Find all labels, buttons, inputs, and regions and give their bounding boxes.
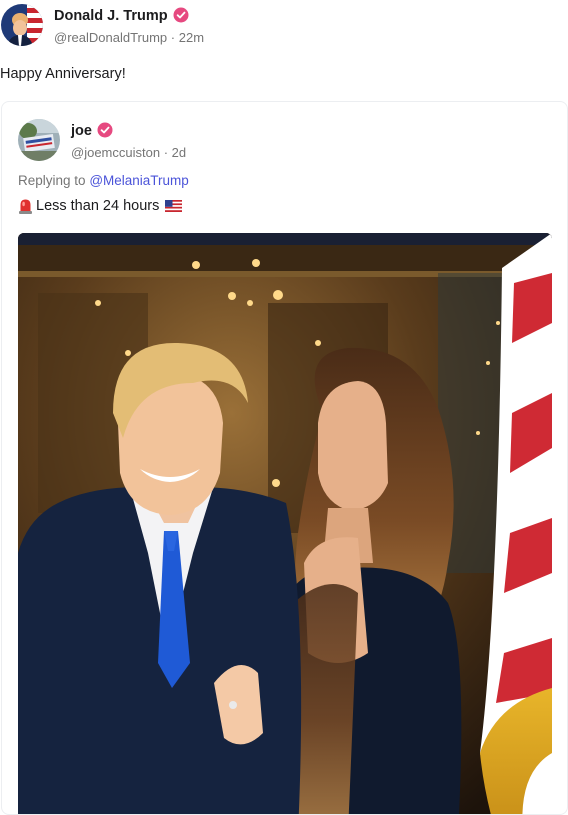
avatar[interactable] (1, 4, 43, 46)
post-text: Happy Anniversary! (0, 66, 126, 82)
us-flag-icon (165, 200, 183, 212)
post-image[interactable] (18, 233, 552, 814)
mention-link[interactable]: @MelaniaTrump (89, 173, 188, 188)
verified-badge-icon (97, 122, 113, 138)
quoted-author-meta: @joemccuiston · 2d (71, 145, 186, 160)
quoted-avatar[interactable] (18, 119, 60, 161)
meta-separator: · (163, 145, 169, 160)
quoted-post-text: Less than 24 hours (18, 198, 183, 214)
replying-to-label: Replying to (18, 173, 86, 188)
quoted-author-handle[interactable]: @joemccuiston (71, 145, 160, 160)
avatar-image (1, 4, 43, 46)
police-light-icon (19, 199, 32, 214)
quoted-post-text-content: Less than 24 hours (36, 198, 160, 214)
author-handle[interactable]: @realDonaldTrump (54, 30, 167, 45)
quoted-author-name-text[interactable]: joe (71, 123, 92, 139)
meta-separator: · (170, 30, 176, 45)
quoted-author-name[interactable]: joe (71, 122, 113, 139)
quoted-avatar-image (18, 119, 60, 161)
author-meta: @realDonaldTrump · 22m (54, 30, 204, 45)
post-header: Donald J. Trump @realDonaldTrump · 22m (0, 0, 568, 56)
author-name[interactable]: Donald J. Trump (54, 7, 189, 24)
verified-badge-icon (173, 7, 189, 23)
quoted-post-card[interactable]: joe @joemccuiston · 2d Replying to @Mela… (1, 101, 568, 815)
post-timestamp[interactable]: 22m (179, 30, 204, 45)
author-name-text[interactable]: Donald J. Trump (54, 8, 168, 24)
replying-to-line: Replying to @MelaniaTrump (18, 173, 189, 188)
post-image-content (18, 233, 552, 814)
quoted-post-timestamp[interactable]: 2d (172, 145, 186, 160)
